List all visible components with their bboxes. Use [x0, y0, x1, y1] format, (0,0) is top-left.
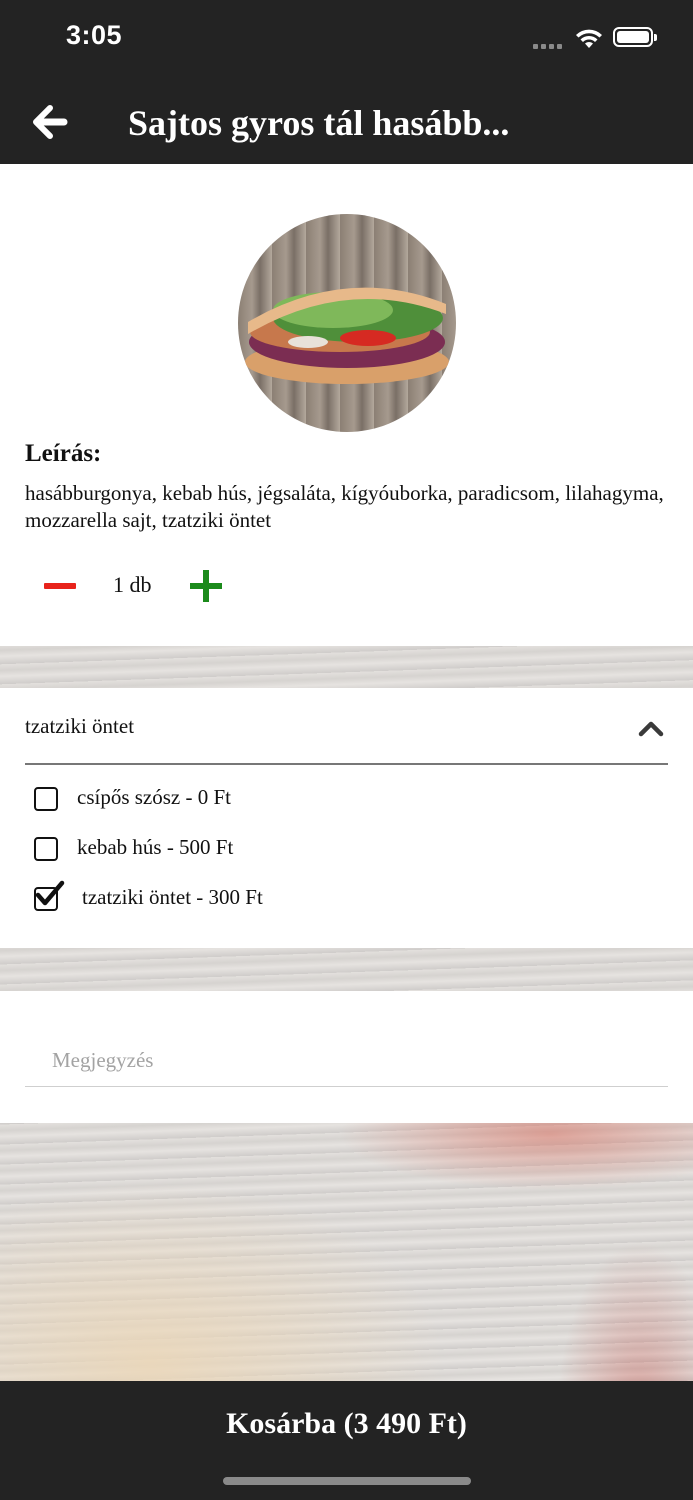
checkmark-icon [35, 880, 65, 906]
option-label: tzatziki öntet - 300 Ft [82, 885, 263, 909]
option-label: kebab hús - 500 Ft [77, 835, 234, 859]
battery-icon [613, 27, 657, 47]
page-title: Sajtos gyros tál hasább... [128, 103, 510, 143]
back-arrow-icon[interactable] [30, 102, 70, 142]
option-item[interactable]: kebab hús - 500 Ft [34, 830, 534, 870]
minus-icon[interactable] [40, 564, 80, 608]
status-bar: 3:05 [0, 0, 693, 78]
checkbox-icon[interactable] [34, 837, 58, 861]
option-label: csípős szósz - 0 Ft [77, 785, 231, 809]
header-bar: Sajtos gyros tál hasább... [0, 78, 693, 164]
add-to-cart-button[interactable]: Kosárba (3 490 Ft) [0, 1381, 693, 1467]
chevron-up-icon[interactable] [638, 718, 664, 738]
wifi-icon [576, 29, 602, 48]
options-card: tzatziki öntet csípős szósz - 0 Ft kebab… [0, 688, 693, 948]
description-label: Leírás: [25, 440, 102, 467]
home-indicator [223, 1477, 471, 1485]
plus-icon[interactable] [186, 566, 226, 606]
option-item[interactable]: tzatziki öntet - 300 Ft [34, 880, 534, 920]
bottom-bar: Kosárba (3 490 Ft) [0, 1381, 693, 1500]
checkbox-icon[interactable] [34, 787, 58, 811]
note-input[interactable] [25, 1035, 668, 1087]
divider [25, 763, 668, 765]
note-card [0, 991, 693, 1123]
status-time: 3:05 [66, 20, 123, 50]
product-card: Leírás: hasábburgonya, kebab hús, jégsal… [0, 164, 693, 646]
cellular-signal-icon [533, 36, 565, 54]
product-image [238, 214, 456, 432]
description-text: hasábburgonya, kebab hús, jégsaláta, kíg… [25, 481, 664, 532]
option-item[interactable]: csípős szósz - 0 Ft [34, 780, 534, 820]
option-group-title[interactable]: tzatziki öntet [25, 714, 134, 739]
quantity-value: 1 db [113, 572, 152, 597]
